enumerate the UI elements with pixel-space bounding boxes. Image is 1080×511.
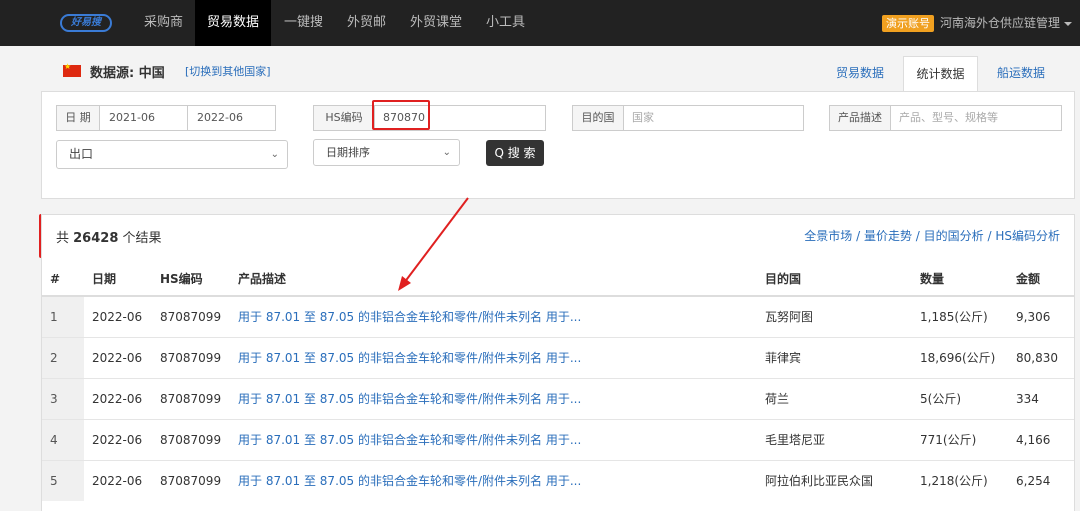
col-header-destination: 目的国 (757, 262, 912, 297)
data-source-label: 数据源: 中国 (90, 66, 165, 81)
row-destination: 瓦努阿图 (757, 295, 912, 337)
hs-code-label: HS编码 (313, 105, 375, 131)
nav-item-one-click-search[interactable]: 一键搜 (272, 0, 335, 46)
row-hs-code: 87087099 (152, 418, 230, 460)
date-from-input[interactable]: 2021-06 (99, 105, 188, 131)
destination-input[interactable]: 国家 (623, 105, 804, 131)
sort-value: 日期排序 (326, 146, 370, 159)
direction-value: 出口 (69, 147, 94, 161)
col-header-product-desc: 产品描述 (230, 262, 757, 297)
row-date: 2022-06 (84, 459, 152, 501)
row-amount: 6,254 (1008, 459, 1074, 501)
row-product-desc-link[interactable]: 用于 87.01 至 87.05 的非铝合金车轮和零件/附件未列名 用于... (230, 295, 757, 337)
destination-label: 目的国 (572, 105, 624, 131)
destination-analysis-link[interactable]: 目的国分析 (924, 229, 984, 243)
caret-down-icon (1064, 21, 1073, 26)
row-amount: 4,166 (1008, 418, 1074, 460)
row-index: 5 (42, 459, 84, 501)
result-count: 共 26428 个结果 (56, 227, 162, 246)
row-quantity: 18,696(公斤) (912, 336, 1008, 378)
company-menu[interactable]: 河南海外仓供应链管理 (940, 0, 1073, 46)
nav-item-tools[interactable]: 小工具 (474, 0, 537, 46)
nav-item-trade-mail[interactable]: 外贸邮 (335, 0, 398, 46)
tab-statistics[interactable]: 统计数据 (903, 56, 978, 92)
sort-select[interactable]: 日期排序 ⌄ (313, 139, 460, 166)
row-product-desc-link[interactable]: 用于 87.01 至 87.05 的非铝合金车轮和零件/附件未列名 用于... (230, 336, 757, 378)
china-flag-icon (63, 62, 81, 77)
row-hs-code: 87087099 (152, 336, 230, 378)
chevron-down-icon: ⌄ (442, 147, 451, 158)
count-prefix: 共 (56, 231, 74, 246)
top-nav: 好易搜 采购商 贸易数据 一键搜 外贸邮 外贸课堂 小工具 演示账号 河南海外仓… (0, 0, 1080, 46)
analysis-links: 全景市场 / 量价走势 / 目的国分析 / HS编码分析 (804, 229, 1060, 243)
nav-item-trade-class[interactable]: 外贸课堂 (398, 0, 474, 46)
product-desc-label: 产品描述 (829, 105, 891, 131)
row-product-desc-link[interactable]: 用于 87.01 至 87.05 的非铝合金车轮和零件/附件未列名 用于... (230, 418, 757, 460)
switch-country-link[interactable]: [切换到其他国家] (185, 63, 271, 79)
row-quantity: 1,185(公斤) (912, 295, 1008, 337)
row-index: 3 (42, 377, 84, 419)
hs-code-highlight (372, 100, 430, 130)
col-header-date: 日期 (84, 262, 152, 297)
table-row[interactable]: 5 2022-06 87087099 用于 87.01 至 87.05 的非铝合… (42, 459, 1074, 501)
row-destination: 阿拉伯利比亚民众国 (757, 459, 912, 501)
demo-account-badge: 演示账号 (882, 15, 934, 32)
table-header-row: # 日期 HS编码 产品描述 目的国 数量 金额 (42, 262, 1074, 297)
row-product-desc-link[interactable]: 用于 87.01 至 87.05 的非铝合金车轮和零件/附件未列名 用于... (230, 459, 757, 501)
row-hs-code: 87087099 (152, 459, 230, 501)
col-header-amount: 金额 (1008, 262, 1074, 297)
panorama-market-link[interactable]: 全景市场 (804, 229, 852, 243)
row-index: 1 (42, 295, 84, 337)
row-hs-code: 87087099 (152, 377, 230, 419)
nav-item-buyers[interactable]: 采购商 (132, 0, 195, 46)
table-row[interactable]: 1 2022-06 87087099 用于 87.01 至 87.05 的非铝合… (42, 295, 1074, 337)
row-destination: 菲律宾 (757, 336, 912, 378)
row-amount: 9,306 (1008, 295, 1074, 337)
tab-shipping-data[interactable]: 船运数据 (987, 56, 1055, 92)
filter-panel: 日 期 2021-06 2022-06 HS编码 870870 目的国 国家 产… (41, 91, 1075, 199)
row-date: 2022-06 (84, 295, 152, 337)
table-row[interactable]: 2 2022-06 87087099 用于 87.01 至 87.05 的非铝合… (42, 336, 1074, 378)
date-to-input[interactable]: 2022-06 (187, 105, 276, 131)
col-header-index: # (42, 262, 84, 297)
tab-trade-data[interactable]: 贸易数据 (826, 56, 894, 92)
col-header-quantity: 数量 (912, 262, 1008, 297)
price-trend-link[interactable]: 量价走势 (864, 229, 912, 243)
row-index: 4 (42, 418, 84, 460)
row-destination: 荷兰 (757, 377, 912, 419)
date-label: 日 期 (56, 105, 100, 131)
company-name: 河南海外仓供应链管理 (940, 16, 1061, 30)
results-panel: 共 26428 个结果 全景市场 / 量价走势 / 目的国分析 / HS编码分析… (41, 214, 1075, 511)
row-date: 2022-06 (84, 336, 152, 378)
count-suffix: 个结果 (118, 231, 162, 246)
table-row[interactable]: 3 2022-06 87087099 用于 87.01 至 87.05 的非铝合… (42, 377, 1074, 419)
row-index: 2 (42, 336, 84, 378)
row-quantity: 1,218(公斤) (912, 459, 1008, 501)
col-header-hs-code: HS编码 (152, 262, 230, 297)
chevron-down-icon: ⌄ (270, 149, 279, 160)
row-product-desc-link[interactable]: 用于 87.01 至 87.05 的非铝合金车轮和零件/附件未列名 用于... (230, 377, 757, 419)
row-amount: 80,830 (1008, 336, 1074, 378)
direction-select[interactable]: 出口 ⌄ (56, 140, 288, 169)
table-row[interactable]: 4 2022-06 87087099 用于 87.01 至 87.05 的非铝合… (42, 418, 1074, 460)
product-desc-input[interactable]: 产品、型号、规格等 (890, 105, 1062, 131)
row-hs-code: 87087099 (152, 295, 230, 337)
row-quantity: 771(公斤) (912, 418, 1008, 460)
nav-item-trade-data[interactable]: 贸易数据 (195, 0, 272, 46)
logo[interactable]: 好易搜 (60, 14, 112, 32)
row-date: 2022-06 (84, 377, 152, 419)
search-button[interactable]: Q 搜 索 (486, 140, 544, 166)
count-value: 26428 (73, 231, 119, 246)
row-quantity: 5(公斤) (912, 377, 1008, 419)
row-date: 2022-06 (84, 418, 152, 460)
row-amount: 334 (1008, 377, 1074, 419)
hs-code-analysis-link[interactable]: HS编码分析 (995, 229, 1060, 243)
row-destination: 毛里塔尼亚 (757, 418, 912, 460)
results-table: # 日期 HS编码 产品描述 目的国 数量 金额 1 2022-06 87087… (42, 262, 1074, 501)
